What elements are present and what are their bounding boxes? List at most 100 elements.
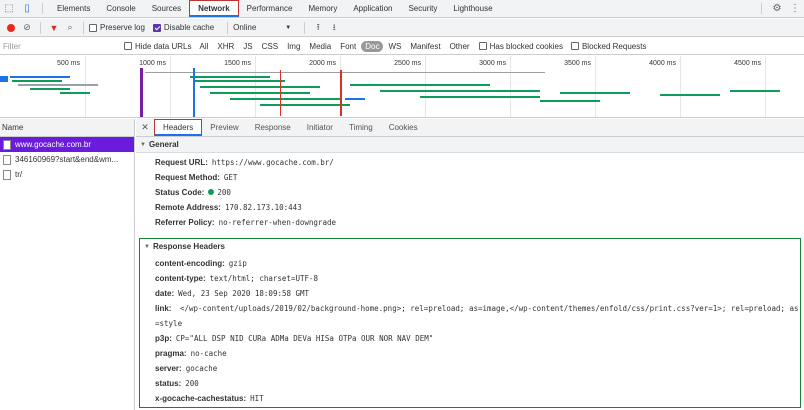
clear-icon[interactable]: ⊘ bbox=[19, 20, 35, 36]
filter-type-other[interactable]: Other bbox=[446, 41, 474, 52]
header-value: Wed, 23 Sep 2020 18:09:58 GMT bbox=[178, 289, 310, 298]
hide-data-urls-checkbox[interactable]: Hide data URLs bbox=[124, 42, 191, 51]
tab-initiator[interactable]: Initiator bbox=[299, 119, 341, 136]
header-row: x-gocache-cachestatus: HIT bbox=[140, 391, 800, 406]
export-har-icon[interactable]: ⭳ bbox=[326, 20, 342, 36]
tab-headers[interactable]: Headers bbox=[154, 119, 203, 136]
tab-memory[interactable]: Memory bbox=[300, 0, 345, 17]
general-section-body: Request URL: https://www.gocache.com.br/ … bbox=[136, 153, 804, 230]
request-row[interactable]: www.gocache.com.br bbox=[0, 137, 134, 152]
divider bbox=[40, 21, 41, 34]
blocked-requests-checkbox[interactable]: Blocked Requests bbox=[570, 41, 647, 51]
expand-triangle-icon: ▼ bbox=[140, 141, 146, 148]
timeline-bar bbox=[730, 90, 780, 92]
section-title: Response Headers bbox=[152, 242, 225, 251]
tab-network[interactable]: Network bbox=[189, 0, 239, 17]
filter-type-doc[interactable]: Doc bbox=[361, 40, 384, 52]
header-key: content-type: bbox=[155, 274, 206, 283]
tab-performance[interactable]: Performance bbox=[239, 0, 301, 17]
tab-timing[interactable]: Timing bbox=[341, 119, 381, 136]
filter-type-font[interactable]: Font bbox=[336, 41, 360, 52]
devtools-tabbar: ⬚ ▯ Elements Console Sources Network Per… bbox=[0, 0, 804, 18]
timeline-gridline bbox=[595, 56, 596, 117]
timeline-marker bbox=[340, 70, 342, 116]
document-icon bbox=[3, 154, 11, 165]
header-key: Status Code: bbox=[155, 188, 205, 197]
hide-data-urls-label: Hide data URLs bbox=[135, 41, 192, 51]
network-overview-timeline[interactable]: 500 ms 1000 ms 1500 ms 2000 ms 2500 ms 3… bbox=[0, 56, 804, 118]
tab-application[interactable]: Application bbox=[345, 0, 400, 17]
timeline-bar bbox=[560, 92, 630, 94]
general-section-header[interactable]: ▼ General bbox=[136, 137, 804, 153]
timeline-marker bbox=[140, 68, 143, 117]
header-key: x-gocache-cachestatus: bbox=[155, 394, 247, 403]
tab-sources[interactable]: Sources bbox=[144, 0, 189, 17]
timeline-bar bbox=[30, 88, 70, 90]
timeline-tick-label: 2500 ms bbox=[394, 60, 421, 67]
filter-input[interactable]: Filter bbox=[2, 40, 124, 53]
header-key: Request Method: bbox=[155, 173, 220, 182]
header-value: https://www.gocache.com.br/ bbox=[211, 158, 334, 167]
timeline-bar bbox=[660, 94, 720, 96]
close-icon[interactable]: ✕ bbox=[136, 119, 154, 136]
timeline-bar bbox=[420, 96, 540, 98]
filter-type-manifest[interactable]: Manifest bbox=[406, 41, 444, 52]
status-ok-icon bbox=[208, 189, 215, 195]
preserve-log-checkbox[interactable]: Preserve log bbox=[89, 23, 145, 32]
filter-type-js[interactable]: JS bbox=[239, 41, 256, 52]
settings-gear-icon[interactable]: ⚙ bbox=[768, 0, 786, 17]
tab-lighthouse[interactable]: Lighthouse bbox=[445, 0, 500, 17]
request-row[interactable]: 346160969?start&end&wm... bbox=[0, 152, 134, 167]
divider bbox=[761, 3, 762, 14]
checkbox-icon bbox=[478, 42, 487, 50]
timeline-bar bbox=[190, 76, 270, 78]
throttling-select[interactable]: Online ▼ bbox=[233, 23, 291, 32]
filter-type-xhr[interactable]: XHR bbox=[213, 41, 238, 52]
header-key: pragma: bbox=[155, 349, 187, 358]
timeline-marker bbox=[193, 68, 195, 117]
more-options-icon[interactable]: ⋮ bbox=[786, 0, 804, 17]
timeline-gridline bbox=[85, 56, 86, 117]
request-row[interactable]: tr/ bbox=[0, 167, 134, 182]
tab-cookies[interactable]: Cookies bbox=[381, 119, 426, 136]
device-toolbar-icon[interactable]: ▯ bbox=[18, 0, 36, 17]
name-column-header[interactable]: Name bbox=[0, 119, 134, 137]
tab-response[interactable]: Response bbox=[247, 119, 299, 136]
filter-type-media[interactable]: Media bbox=[305, 41, 335, 52]
timeline-bar bbox=[12, 80, 62, 82]
tab-console[interactable]: Console bbox=[98, 0, 143, 17]
tab-preview[interactable]: Preview bbox=[202, 119, 246, 136]
timeline-bar bbox=[345, 98, 365, 100]
search-icon[interactable]: ⌕ bbox=[62, 20, 78, 36]
filter-type-ws[interactable]: WS bbox=[384, 41, 405, 52]
timeline-gridline bbox=[425, 56, 426, 117]
network-toolbar: ⊘ ▼ ⌕ Preserve log Disable cache Online ▼… bbox=[0, 19, 804, 37]
timeline-tick-label: 4500 ms bbox=[734, 60, 761, 67]
inspect-element-icon[interactable]: ⬚ bbox=[0, 0, 18, 17]
timeline-gridline bbox=[170, 56, 171, 117]
blocked-requests-label: Blocked Requests bbox=[581, 41, 647, 51]
link-header-value: </wp-content/uploads/2019/02/background-… bbox=[155, 304, 799, 328]
filter-type-all[interactable]: All bbox=[195, 41, 212, 52]
status-code: 200 bbox=[217, 188, 231, 197]
filter-type-img[interactable]: Img bbox=[283, 41, 304, 52]
disable-cache-checkbox[interactable]: Disable cache bbox=[152, 23, 214, 32]
filter-type-css[interactable]: CSS bbox=[258, 41, 282, 52]
response-headers-section-header[interactable]: ▼ Response Headers bbox=[140, 239, 800, 254]
import-har-icon[interactable]: ⭱ bbox=[310, 20, 326, 36]
tab-security[interactable]: Security bbox=[400, 0, 445, 17]
has-blocked-cookies-checkbox[interactable]: Has blocked cookies bbox=[478, 42, 563, 51]
timeline-bar bbox=[350, 84, 490, 86]
divider bbox=[42, 3, 43, 14]
timeline-bar bbox=[380, 90, 540, 92]
timeline-bar bbox=[0, 76, 8, 82]
filter-icon[interactable]: ▼ bbox=[46, 20, 62, 36]
throttling-value: Online bbox=[233, 23, 257, 32]
timeline-marker bbox=[280, 70, 281, 116]
header-row: Status Code: 200 bbox=[136, 185, 804, 200]
tab-elements[interactable]: Elements bbox=[49, 0, 98, 17]
section-title: General bbox=[148, 140, 179, 149]
record-button[interactable] bbox=[3, 20, 19, 36]
request-detail-panel: ✕ Headers Preview Response Initiator Tim… bbox=[136, 119, 804, 410]
request-name: www.gocache.com.br bbox=[15, 140, 92, 149]
